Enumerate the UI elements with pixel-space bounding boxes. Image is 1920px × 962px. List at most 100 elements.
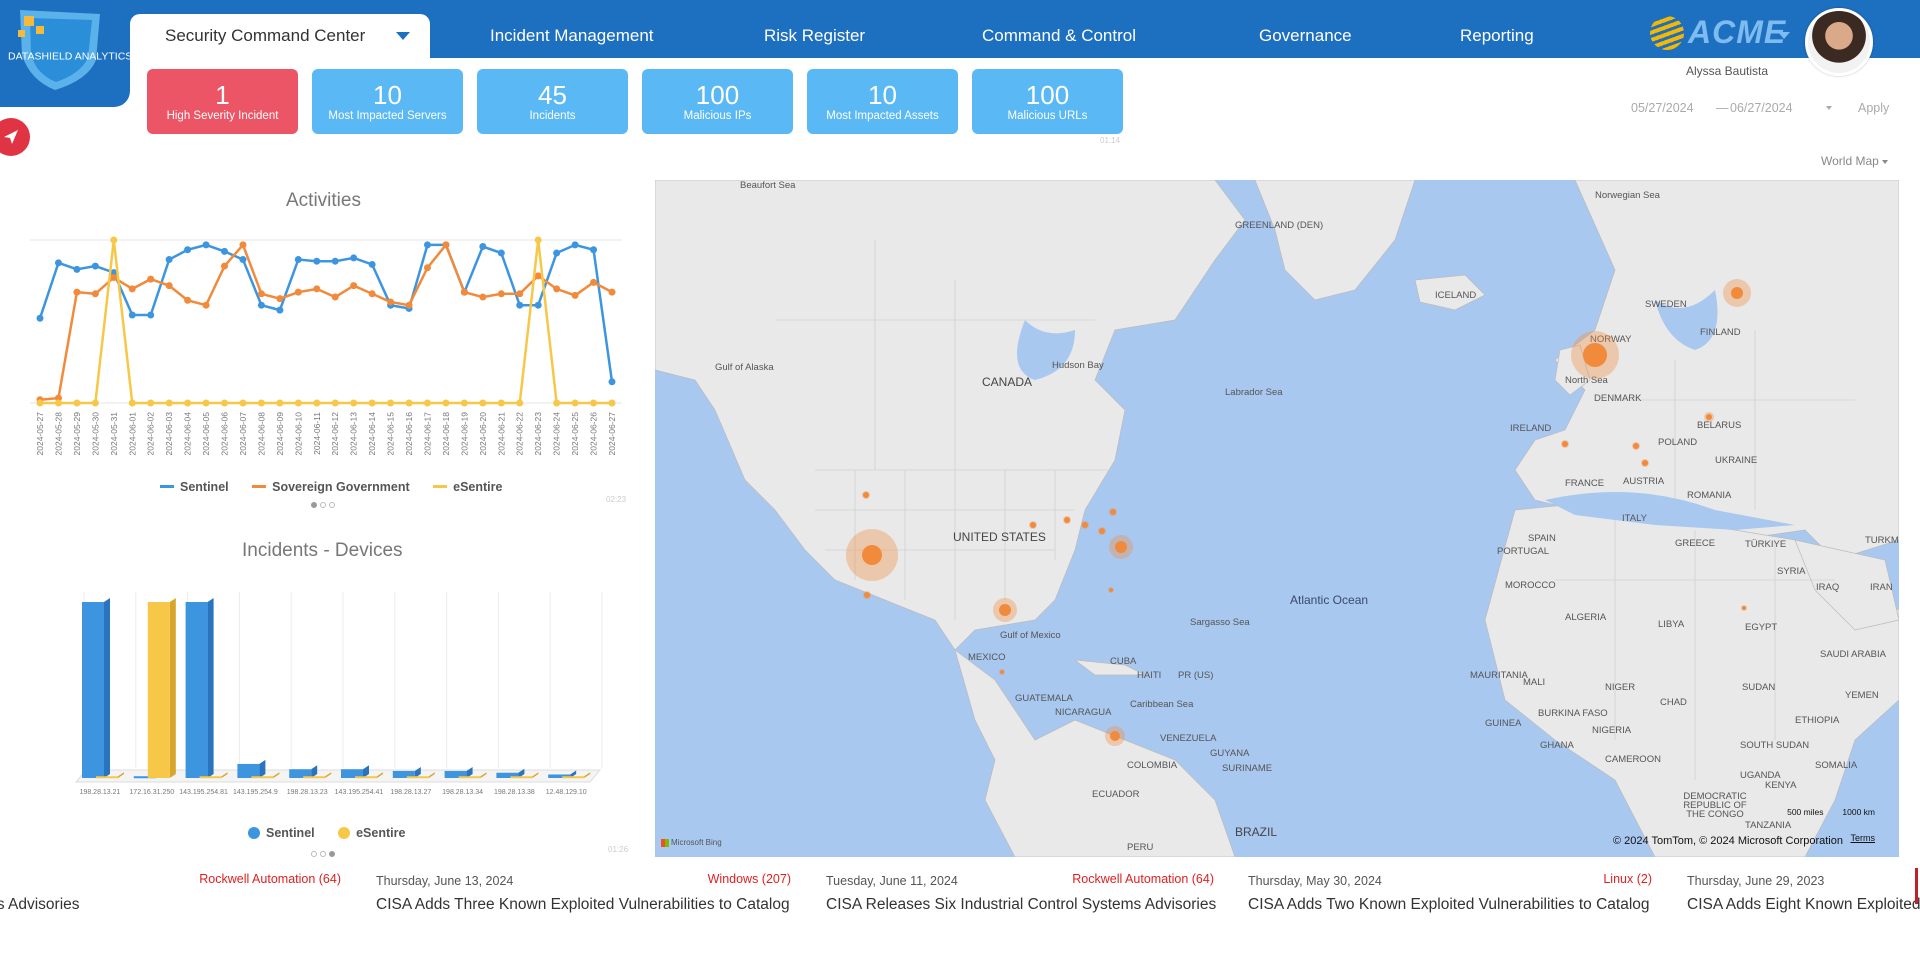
data-point[interactable] [479,293,487,301]
data-point[interactable] [368,399,376,407]
incident-marker[interactable] [1099,528,1105,534]
bar[interactable] [237,763,260,778]
data-point[interactable] [571,399,579,407]
incident-marker[interactable] [1115,541,1127,553]
kpi-card[interactable]: 100 Malicious URLs [972,69,1123,134]
incident-marker[interactable] [862,545,882,565]
data-point[interactable] [202,301,210,309]
data-point[interactable] [331,257,339,265]
devices-pager[interactable] [311,844,338,862]
data-point[interactable] [442,399,450,407]
data-point[interactable] [368,290,376,298]
data-point[interactable] [202,399,210,407]
data-point[interactable] [165,256,173,264]
data-point[interactable] [460,399,468,407]
data-point[interactable] [221,399,229,407]
incident-marker[interactable] [1110,509,1116,515]
data-point[interactable] [553,399,561,407]
data-point[interactable] [221,262,229,270]
data-point[interactable] [147,275,155,283]
data-point[interactable] [590,278,598,286]
nav-governance[interactable]: Governance [1259,26,1352,46]
news-item[interactable]: Thursday, June 29, 2023 CISA Adds Eight K… [1687,872,1920,914]
date-start[interactable]: 05/27/2024 [1631,101,1694,115]
legend-item-esentire[interactable]: eSentire [338,826,405,840]
date-end[interactable]: 06/27/2024 [1730,101,1793,115]
map-view-selector[interactable]: World Map [1821,154,1888,168]
data-point[interactable] [497,290,505,298]
data-point[interactable] [350,399,358,407]
data-point[interactable] [590,399,598,407]
data-point[interactable] [54,259,62,267]
chevron-down-icon[interactable] [396,32,410,40]
data-point[interactable] [294,399,302,407]
sidebar-toggle-button[interactable] [0,118,30,156]
data-point[interactable] [553,249,561,257]
incident-marker[interactable] [999,604,1011,616]
map-terms-link[interactable]: Terms [1851,833,1876,843]
apply-button[interactable]: Apply [1858,101,1889,115]
world-map[interactable]: CANADA UNITED STATES MEXICO BRAZIL GREENLAND… [655,180,1899,857]
data-point[interactable] [331,399,339,407]
incident-marker[interactable] [1064,517,1070,523]
data-point[interactable] [91,262,99,270]
data-point[interactable] [147,399,155,407]
data-point[interactable] [405,301,413,309]
data-point[interactable] [110,236,118,244]
data-point[interactable] [423,241,431,249]
news-item[interactable]: Thursday, June 13, 2024 Windows (207) CISA… [376,872,791,914]
data-point[interactable] [516,399,524,407]
news-tag[interactable]: Linux (2) [1492,872,1652,886]
news-headline[interactable]: CISA Adds Eight Known Exploited Vulnerab… [1687,896,1920,914]
kpi-card[interactable]: 1 High Severity Incident [147,69,298,134]
news-item[interactable]: Thursday, May 30, 2024 Linux (2) CISA Adds… [1248,872,1652,914]
data-point[interactable] [479,399,487,407]
news-headline[interactable]: CISA Adds Two Known Exploited Vulnerabil… [1248,896,1650,914]
data-point[interactable] [73,288,81,296]
legend-item-sovereign[interactable]: Sovereign Government [252,480,410,494]
data-point[interactable] [497,249,505,257]
incident-marker[interactable] [1731,287,1743,299]
incident-marker[interactable] [863,492,869,498]
data-point[interactable] [276,306,284,314]
bar[interactable] [355,776,377,779]
incident-marker[interactable] [1030,522,1036,528]
incident-marker[interactable] [1082,522,1088,528]
data-point[interactable] [608,288,616,296]
data-point[interactable] [516,290,524,298]
data-point[interactable] [239,256,247,264]
bar[interactable] [147,602,170,778]
datashield-logo[interactable]: DATASHIELD ANALYTICS® [0,0,137,107]
data-point[interactable] [294,288,302,296]
data-point[interactable] [184,246,192,254]
data-point[interactable] [257,290,265,298]
company-selector[interactable]: ACME [1650,12,1790,52]
incident-marker[interactable] [1109,588,1113,592]
data-point[interactable] [479,243,487,251]
news-headline[interactable]: CISA Releases Twenty Industrial Control … [0,896,80,914]
legend-item-esentire[interactable]: eSentire [433,480,502,494]
data-point[interactable] [608,399,616,407]
bar[interactable] [185,602,208,778]
nav-incident-management[interactable]: Incident Management [490,26,654,46]
incident-marker[interactable] [1583,343,1607,367]
bar[interactable] [251,776,274,779]
data-point[interactable] [221,247,229,255]
data-point[interactable] [128,311,136,319]
news-tag[interactable]: Windows (207) [631,872,791,886]
news-headline[interactable]: CISA Adds Three Known Exploited Vulnerab… [376,896,790,914]
data-point[interactable] [590,246,598,254]
kpi-card[interactable]: 100 Malicious IPs [642,69,793,134]
bar[interactable] [510,776,533,779]
data-point[interactable] [36,399,44,407]
bar[interactable] [406,776,429,779]
news-item[interactable]: Tuesday, June 11, 2024 Rockwell Automatio… [826,872,1216,914]
data-point[interactable] [276,295,284,303]
data-point[interactable] [405,399,413,407]
data-point[interactable] [110,273,118,281]
data-point[interactable] [571,241,579,249]
data-point[interactable] [497,399,505,407]
data-point[interactable] [423,264,431,272]
data-point[interactable] [350,254,358,262]
kpi-card[interactable]: 45 Incidents [477,69,628,134]
